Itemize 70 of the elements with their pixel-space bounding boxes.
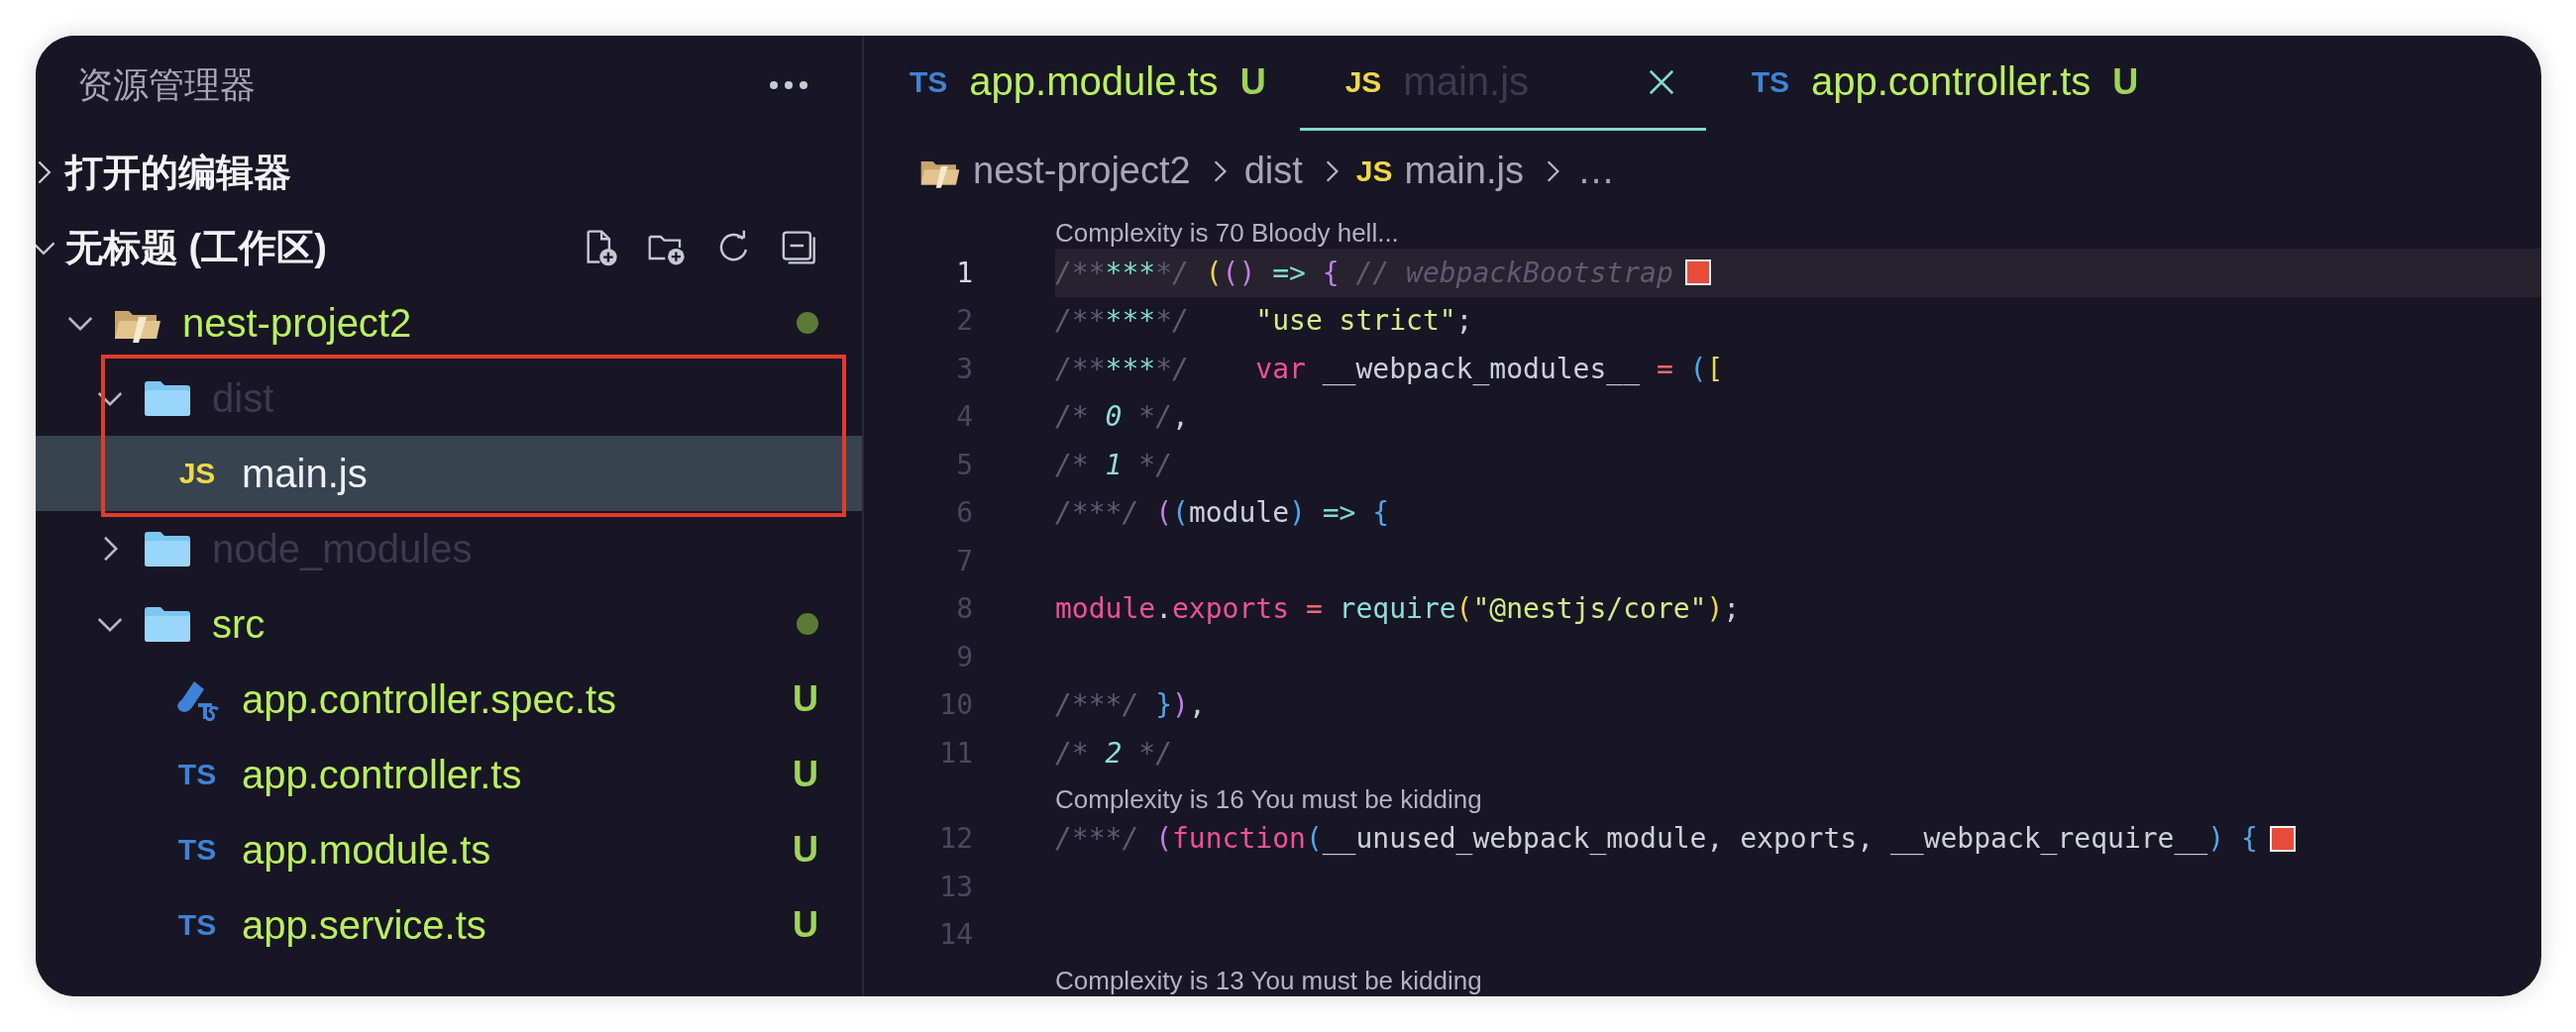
section-title[interactable]: 打开的编辑器	[65, 147, 291, 198]
code-line: /******/ var __webpack_modules__ = ([	[1055, 352, 1724, 385]
git-status: U	[2112, 60, 2139, 103]
code-line: /* 0 */,	[1055, 400, 1189, 434]
file-name: src	[212, 601, 266, 647]
breadcrumb-item[interactable]: nest-project2	[973, 150, 1191, 193]
line-number: 2	[955, 304, 973, 338]
code-line: /***/ (function(__unused_webpack_module, exports, __webpack_require__) {	[1055, 822, 2258, 856]
code-line: /******/ "use strict";	[1055, 304, 1473, 338]
git-status: U	[1239, 60, 1266, 103]
tree-item[interactable]: app.controller.spec.ts U	[36, 662, 862, 737]
file-name: main.js	[242, 451, 368, 496]
codelens-text[interactable]: Complexity is 16 You must be kidding	[1055, 783, 1482, 815]
explorer-title: 资源管理器	[77, 62, 256, 107]
folder-icon	[143, 529, 192, 568]
editor-tab[interactable]: TS app.module.ts U	[864, 36, 1300, 132]
file-name: nest-project2	[182, 300, 412, 346]
file-name: app.module.ts	[242, 827, 491, 873]
breadcrumb-item[interactable]: …	[1576, 150, 1615, 193]
file-type-icon: JS	[1344, 64, 1382, 99]
tree-item[interactable]: TS app.controller.ts U	[36, 737, 862, 812]
line-number: 8	[955, 592, 973, 626]
more-icon[interactable]	[769, 80, 808, 90]
tree-item[interactable]: TS app.module.ts U	[36, 812, 862, 887]
file-type-icon: TS	[177, 908, 217, 942]
line-number: 14	[938, 918, 973, 952]
tab-label: app.controller.ts	[1810, 59, 2092, 105]
file-name: app.service.ts	[242, 902, 486, 948]
line-number: 1	[955, 256, 973, 289]
code-line: /***/ }),	[1055, 688, 1206, 722]
file-type-icon: JS	[178, 457, 216, 490]
line-number: 13	[938, 870, 973, 903]
code-line: /* 1 */	[1055, 448, 1172, 481]
file-name: app.controller.ts	[242, 752, 522, 797]
codelens-text[interactable]: Complexity is 70 Bloody hell...	[1055, 218, 1399, 249]
tree-item[interactable]: src	[36, 586, 862, 662]
line-number: 9	[955, 640, 973, 673]
git-status: U	[793, 829, 818, 871]
line-number: 5	[955, 448, 973, 481]
file-type-icon: TS	[910, 64, 948, 99]
line-number: 12	[938, 822, 973, 856]
tree-item[interactable]: JS main.js	[36, 436, 862, 511]
line-number: 6	[955, 496, 973, 530]
code-line: /* 2 */	[1055, 736, 1172, 770]
code-line: /***/ ((module) => {	[1055, 496, 1390, 530]
line-number: 4	[955, 400, 973, 434]
file-type-icon: TS	[177, 758, 217, 791]
line-number: 11	[938, 736, 973, 770]
tree-item[interactable]: TS app.service.ts U	[36, 887, 862, 963]
code-line: module.exports = require("@nestjs/core");	[1055, 592, 1741, 626]
breadcrumb-item[interactable]: dist	[1243, 150, 1303, 193]
line-number: 10	[938, 688, 973, 722]
codelens-text[interactable]: Complexity is 13 You must be kidding	[1055, 966, 1482, 996]
file-type-icon: TS	[177, 833, 217, 867]
folder-icon	[143, 604, 192, 644]
git-status: U	[793, 754, 818, 795]
file-type-icon: JS	[1355, 154, 1393, 188]
editor-tab[interactable]: TS app.controller.ts U	[1705, 36, 2173, 132]
file-type-icon: TS	[1751, 64, 1789, 99]
line-number: 3	[955, 352, 973, 385]
tab-label: app.module.ts	[969, 59, 1219, 105]
code-line: /******/ (() => { // webpackBootstrap	[1055, 256, 1673, 289]
line-number: 7	[955, 544, 973, 577]
section-title[interactable]: 无标题 (工作区)	[65, 222, 327, 273]
folder-icon	[143, 378, 192, 418]
breadcrumb-item[interactable]: main.js	[1404, 150, 1524, 193]
git-status: U	[793, 678, 818, 720]
tree-item[interactable]: nest-project2	[36, 285, 862, 361]
file-name: app.controller.spec.ts	[242, 676, 616, 722]
git-status: U	[793, 904, 818, 946]
